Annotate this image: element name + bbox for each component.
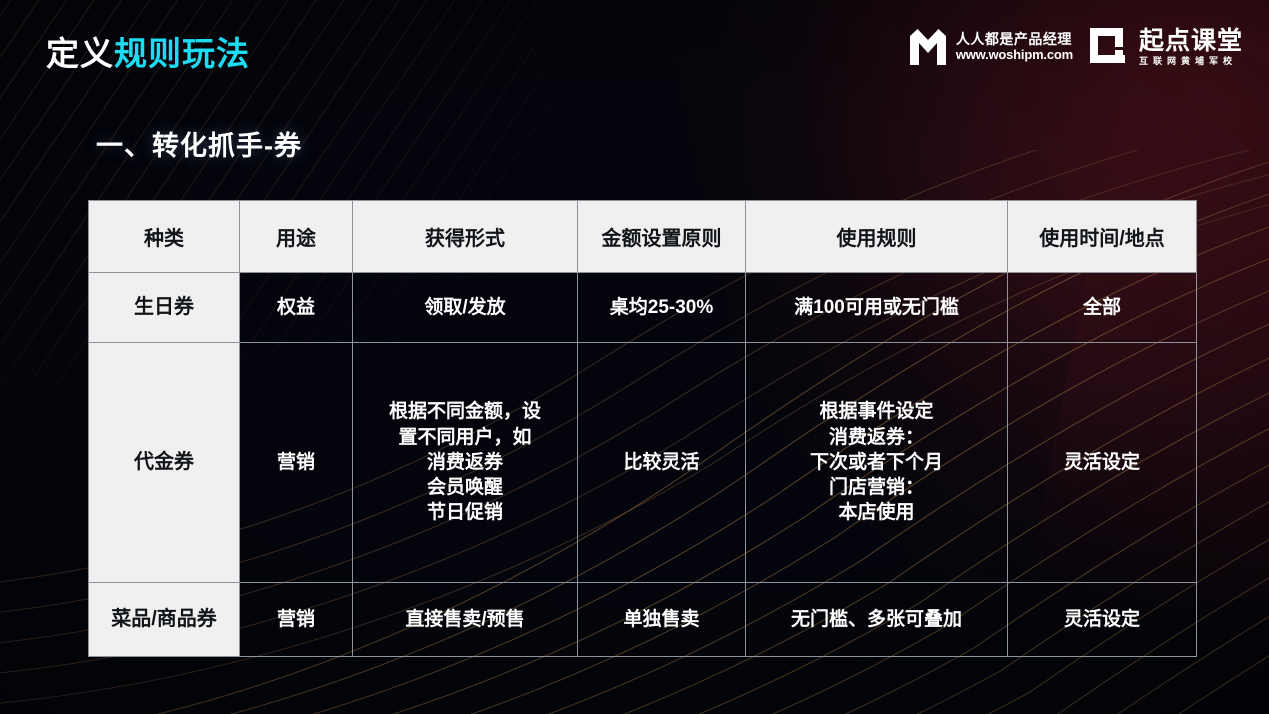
table-row: 代金券 营销 根据不同金额，设 置不同用户，如 消费返券 会员唤醒 节日促销 比较灵活 …: [88, 342, 1197, 583]
cell-acquire: 领取/发放: [352, 272, 578, 343]
woshipm-name: 人人都是产品经理: [955, 31, 1072, 48]
table-body: 生日券 权益 领取/发放 桌均25-30% 满100可用或无门槛 全部 代金券 …: [88, 272, 1197, 657]
cell-purpose: 营销: [239, 582, 353, 657]
cell-category: 代金券: [88, 342, 240, 583]
cell-acquire: 直接售卖/预售: [352, 582, 578, 657]
brand-lockup: 人人都是产品经理 www.woshipm.com 起点课堂 互联网黄埔军校: [907, 22, 1243, 72]
qidian-name: 起点课堂: [1138, 26, 1243, 55]
cell-amount: 比较灵活: [577, 342, 746, 583]
woshipm-url: www.woshipm.com: [955, 46, 1073, 62]
qidian-q-icon: [1089, 28, 1125, 63]
cell-category: 菜品/商品券: [88, 582, 240, 657]
column-header-purpose: 用途: [239, 200, 353, 273]
page-title-primary: 定义: [46, 35, 114, 72]
column-header-acquire: 获得形式: [352, 200, 578, 273]
woshipm-m-icon: [909, 29, 946, 65]
column-header-category: 种类: [88, 200, 240, 273]
cell-amount: 单独售卖: [577, 582, 746, 657]
page-title: 定义规则玩法: [46, 27, 250, 75]
table-header: 种类 用途 获得形式 金额设置原则 使用规则 使用时间/地点: [88, 200, 1197, 273]
qidian-text-block: 起点课堂 互联网黄埔军校: [1138, 26, 1243, 66]
cell-purpose: 权益: [239, 272, 353, 343]
qidian-tagline: 互联网黄埔军校: [1138, 55, 1237, 66]
woshipm-text-block: 人人都是产品经理 www.woshipm.com: [956, 32, 1073, 61]
column-header-time-place: 使用时间/地点: [1007, 200, 1197, 273]
cell-usage: 无门槛、多张可叠加: [745, 582, 1008, 657]
qidian-logo: 起点课堂 互联网黄埔军校: [1087, 25, 1243, 69]
table-header-row: 种类 用途 获得形式 金额设置原则 使用规则 使用时间/地点: [88, 200, 1197, 273]
woshipm-logo: 人人都是产品经理 www.woshipm.com: [907, 27, 1073, 67]
coupon-comparison-table: 种类 用途 获得形式 金额设置原则 使用规则 使用时间/地点 生日券 权益 领取…: [88, 200, 1197, 657]
table-row: 菜品/商品券 营销 直接售卖/预售 单独售卖 无门槛、多张可叠加 灵活设定: [88, 582, 1197, 657]
cell-category: 生日券: [88, 272, 240, 343]
cell-usage: 根据事件设定 消费返券： 下次或者下个月 门店营销： 本店使用: [745, 342, 1008, 583]
table-row: 生日券 权益 领取/发放 桌均25-30% 满100可用或无门槛 全部: [88, 272, 1197, 343]
column-header-amount: 金额设置原则: [577, 200, 746, 273]
cell-purpose: 营销: [239, 342, 353, 583]
page-title-accent: 规则玩法: [114, 35, 250, 72]
section-heading: 一、转化抓手-券: [96, 131, 302, 161]
column-header-usage: 使用规则: [745, 200, 1008, 273]
cell-usage: 满100可用或无门槛: [745, 272, 1008, 343]
cell-amount: 桌均25-30%: [577, 272, 746, 343]
cell-time-place: 灵活设定: [1007, 582, 1197, 657]
slide-canvas: 定义规则玩法 人人都是产品经理 www.woshipm.com 起点课堂 互联网…: [0, 0, 1269, 714]
cell-time-place: 灵活设定: [1007, 342, 1197, 583]
cell-time-place: 全部: [1007, 272, 1197, 343]
cell-acquire: 根据不同金额，设 置不同用户，如 消费返券 会员唤醒 节日促销: [352, 342, 578, 583]
